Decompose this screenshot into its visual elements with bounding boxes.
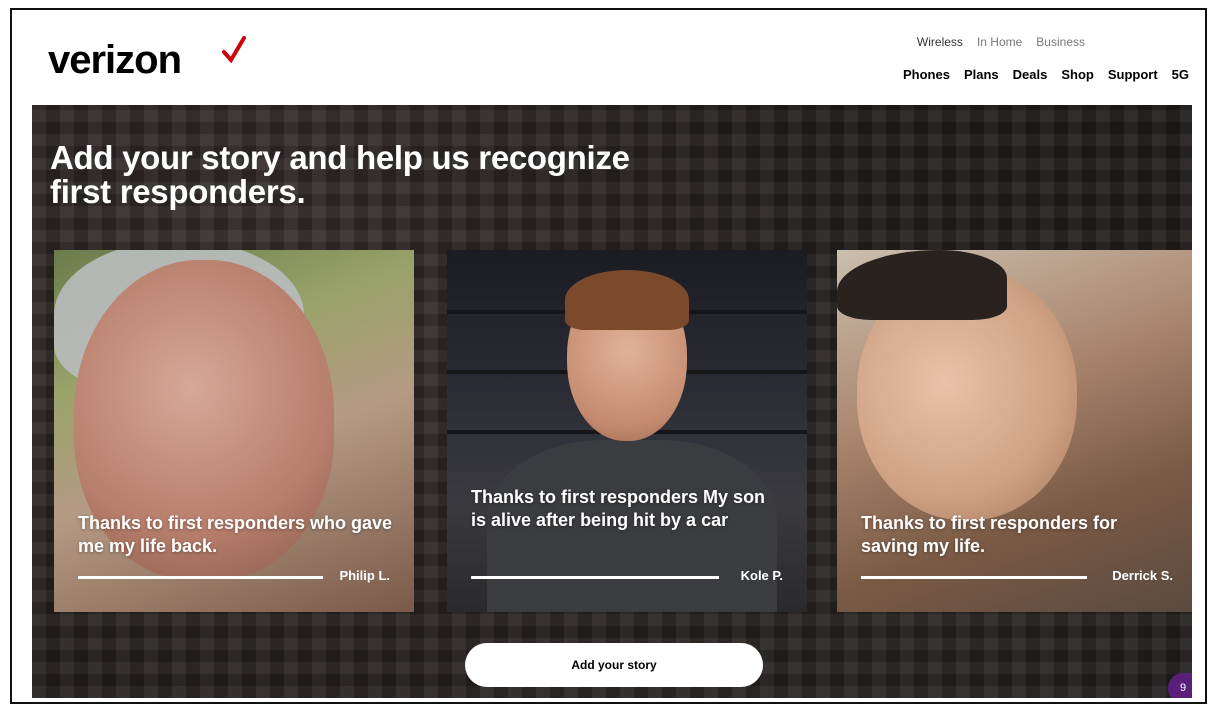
- story-quote: Thanks to first responders for saving my…: [861, 513, 1118, 557]
- story-quote: Thanks to first responders My son is ali…: [471, 487, 766, 531]
- story-author: Philip L.: [339, 568, 390, 583]
- nav-support[interactable]: Support: [1108, 67, 1158, 82]
- nav-phones[interactable]: Phones: [903, 67, 950, 82]
- hero-banner: Add your story and help us recognize fir…: [32, 105, 1192, 698]
- nav-5g[interactable]: 5G: [1172, 67, 1189, 82]
- divider-line: [78, 576, 323, 579]
- check-mark-icon: [222, 36, 246, 64]
- story-card-1[interactable]: Thanks to first responders who gave me m…: [54, 250, 414, 612]
- top-nav-wireless[interactable]: Wireless: [917, 35, 963, 49]
- story-author: Derrick S.: [1112, 568, 1173, 583]
- top-nav-business[interactable]: Business: [1036, 35, 1085, 49]
- story-photo-hair: [565, 270, 689, 330]
- top-nav-in-home[interactable]: In Home: [977, 35, 1022, 49]
- main-nav: Phones Plans Deals Shop Support 5G: [903, 67, 1189, 82]
- nav-plans[interactable]: Plans: [964, 67, 999, 82]
- hero-title: Add your story and help us recognize fir…: [50, 139, 630, 210]
- story-photo-hair: [837, 250, 1007, 320]
- notification-badge[interactable]: 9: [1168, 673, 1192, 698]
- divider-line: [471, 576, 719, 579]
- story-quote: Thanks to first responders who gave me m…: [78, 513, 393, 557]
- story-author: Kole P.: [740, 568, 783, 583]
- story-card-2[interactable]: Thanks to first responders My son is ali…: [447, 250, 807, 612]
- nav-deals[interactable]: Deals: [1013, 67, 1048, 82]
- top-nav: Wireless In Home Business: [917, 35, 1085, 49]
- verizon-logo[interactable]: verizon: [48, 36, 246, 86]
- logo-text: verizon: [48, 38, 182, 82]
- nav-shop[interactable]: Shop: [1061, 67, 1094, 82]
- page-frame: verizon Wireless In Home Business Phones…: [10, 8, 1207, 704]
- story-card-3[interactable]: Thanks to first responders for saving my…: [837, 250, 1192, 612]
- add-your-story-button[interactable]: Add your story: [465, 643, 763, 687]
- divider-line: [861, 576, 1087, 579]
